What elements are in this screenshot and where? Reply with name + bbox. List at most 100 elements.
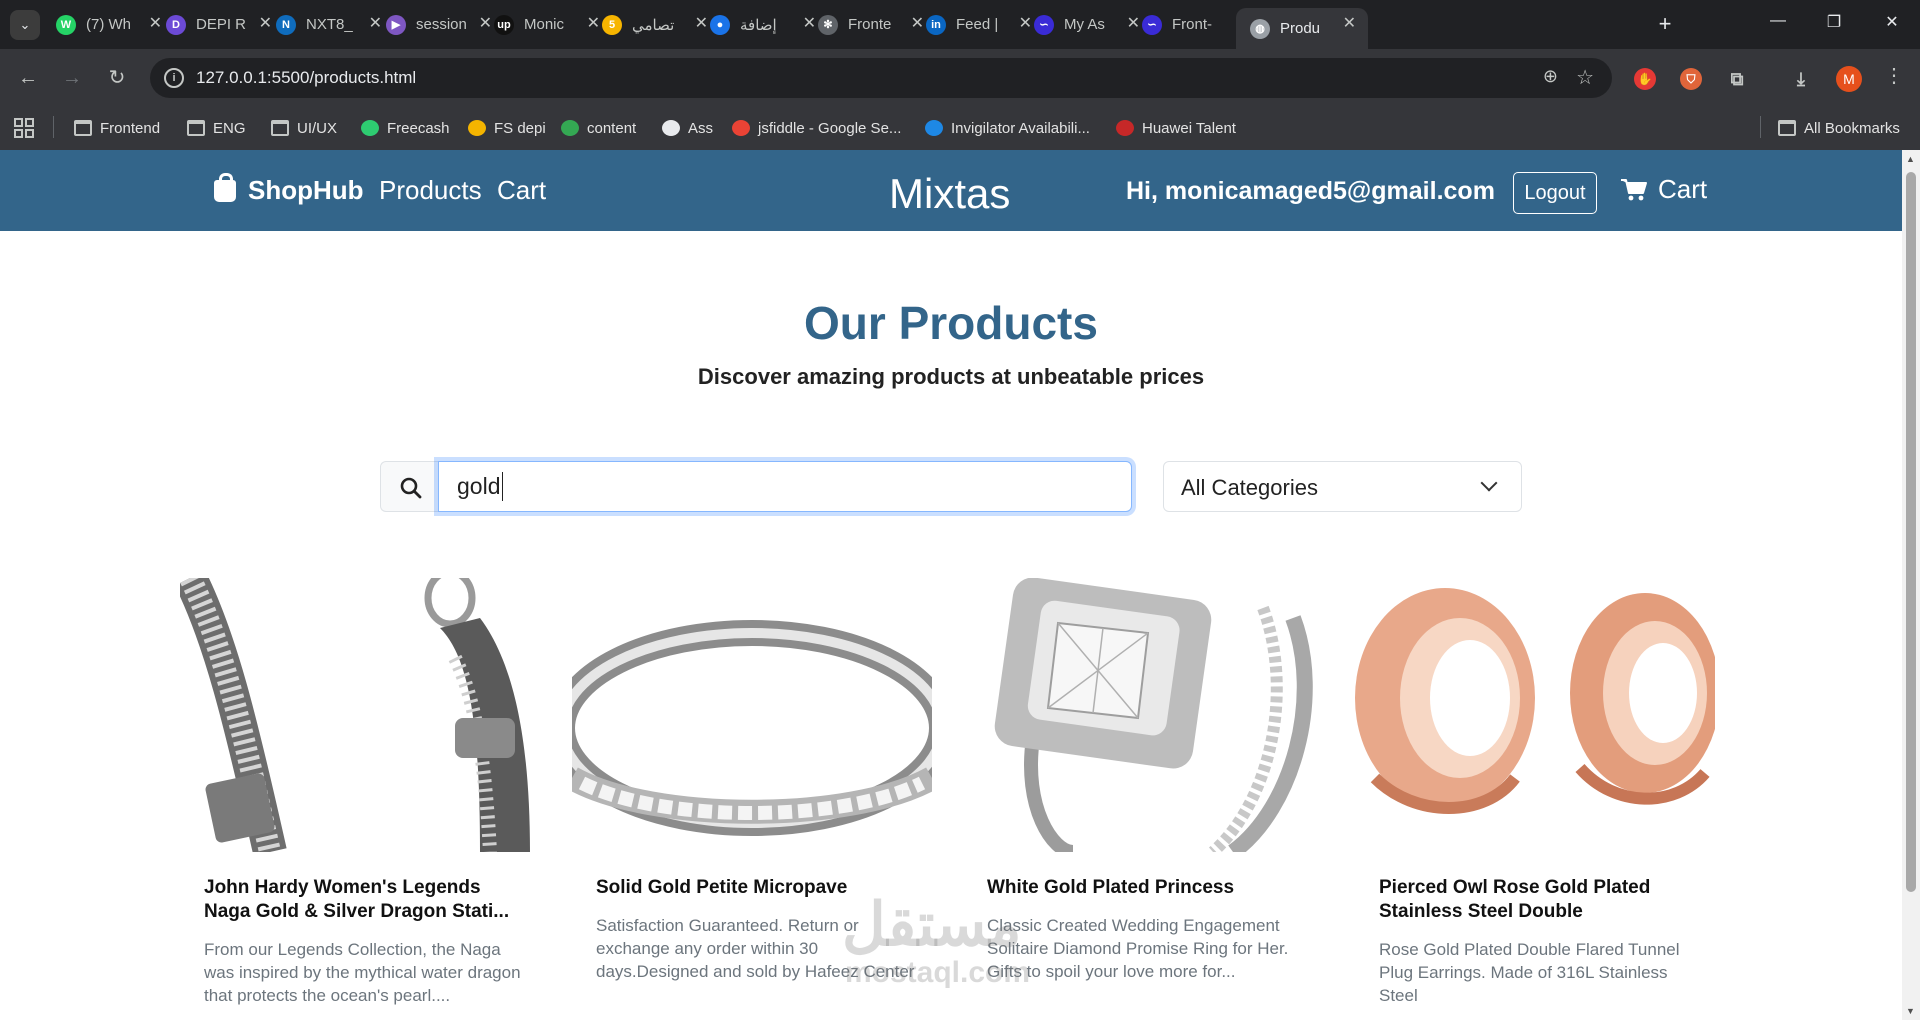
close-tab-icon[interactable]: ✕ [1343,15,1356,33]
video-icon: ▶ [386,14,406,35]
bookmark-label: jsfiddle - Google Se... [758,119,902,137]
scroll-down-icon[interactable]: ▼ [1906,1006,1915,1016]
product-card[interactable]: John Hardy Women's Legends Naga Gold & S… [180,578,540,1020]
browser-toolbar: ← → ↻ i 127.0.0.1:5500/products.html ⊕ ☆… [0,49,1920,107]
restore-icon[interactable]: ❐ [1822,12,1846,32]
browser-tab-strip: ⌄ W (7) Wh ✕ D DEPI R ✕ N NXT8_ ✕ ▶ session ✕ up Moni… [0,0,1920,49]
scrollbar-thumb[interactable] [1906,172,1916,892]
site-favicon-icon [1116,120,1134,136]
product-description: Rose Gold Plated Double Flared Tunnel Pl… [1379,940,1680,1005]
text-caret [502,472,503,501]
forward-icon[interactable]: → [58,65,86,91]
chevron-down-icon [1480,474,1498,492]
product-title[interactable]: John Hardy Women's Legends Naga Gold & S… [204,876,524,924]
bookmark-label: Frontend [100,119,161,137]
zoom-icon[interactable]: ⊕ [1543,66,1558,87]
reload-icon[interactable]: ↻ [103,65,131,91]
close-window-icon[interactable]: ✕ [1880,12,1904,32]
linkedin-icon: in [926,14,946,35]
page-scrollbar[interactable]: ▲ ▼ [1902,150,1920,1020]
site-name: Mixtas [889,170,1011,217]
nav-link-products[interactable]: Products [379,175,482,206]
page-subtitle: Discover amazing products at unbeatable … [697,364,1205,389]
onedrive-icon: N [276,14,296,35]
depi-icon: ∽ [1034,14,1054,35]
tab-title: Fronte [848,16,892,33]
site-favicon-icon [561,120,579,136]
new-tab-button[interactable]: + [1652,11,1678,37]
brand-link[interactable]: ShopHub [214,172,364,206]
site-navbar: ShopHub Products Cart Mixtas Hi, monicam… [0,150,1902,231]
bookmark-label: content [587,119,637,137]
extension-shield-icon[interactable]: ⛉ [1680,68,1702,90]
bookmark-item[interactable]: jsfiddle - Google Se... [732,116,901,140]
folder-icon [74,120,92,136]
depi-icon: ∽ [1142,14,1162,35]
product-image-princess-ring[interactable] [963,578,1323,852]
bookmark-label: UI/UX [297,119,338,137]
user-greeting: Hi, monicamaged5@gmail.com [1126,177,1495,205]
profile-avatar[interactable]: M [1836,66,1862,92]
bookmark-item[interactable]: content [561,116,636,140]
product-image-tunnel-plugs[interactable] [1355,578,1715,852]
tab-title: Produ [1280,20,1321,37]
bookmark-item[interactable]: Ass [662,116,713,140]
extension-hand-icon[interactable]: ✋ [1634,68,1656,90]
bookmark-divider [53,116,54,138]
site-favicon-icon [925,120,943,136]
site-info-icon[interactable]: i [164,68,184,88]
nav-link-cart[interactable]: Cart [497,175,546,206]
tab-title: Feed | [956,16,999,33]
circle-icon: ● [710,14,730,35]
site-favicon-icon [468,120,486,136]
browser-tab[interactable]: ◍ Produ ✕ [1236,8,1368,49]
bookmark-label: Invigilator Availabili... [951,119,1090,137]
url-text: 127.0.0.1:5500/products.html [196,68,417,87]
bookmark-item[interactable]: Huawei Talent [1116,116,1236,140]
bookmark-item[interactable]: FS depi [468,116,546,140]
bookmark-label: Huawei Talent [1142,119,1236,137]
bookmark-label: Ass [688,119,714,137]
product-description: Classic Created Wedding Engagement Solit… [987,916,1289,981]
category-select[interactable]: All Categories [1163,461,1522,512]
apps-grid-icon[interactable] [14,116,34,140]
minimize-icon[interactable]: — [1766,12,1790,30]
site-favicon-icon [662,120,680,136]
product-image-micropave-ring[interactable] [572,578,932,852]
all-bookmarks-folder[interactable]: All Bookmarks [1778,116,1900,140]
bookmark-folder[interactable]: UI/UX [271,116,337,140]
cart-button[interactable]: Cart [1620,174,1707,205]
scroll-up-icon[interactable]: ▲ [1906,154,1915,164]
bookmark-star-icon[interactable]: ☆ [1576,65,1594,90]
cart-label: Cart [1658,174,1708,204]
bookmark-label: FS depi [494,119,546,137]
product-title[interactable]: White Gold Plated Princess [987,876,1307,900]
page-viewport: ShopHub Products Cart Mixtas Hi, monicam… [0,150,1902,1020]
page-title: Our Products [804,297,1098,349]
watermark-latin: mostaql.com [845,956,1031,989]
download-icon[interactable]: ⤓ [1790,68,1812,90]
product-image-dragon-bracelet[interactable] [180,578,540,852]
logout-button[interactable]: Logout [1513,172,1597,214]
address-bar[interactable]: i 127.0.0.1:5500/products.html ⊕ ☆ [150,58,1612,98]
bookmark-folder[interactable]: ENG [187,116,246,140]
tab-title: DEPI R [196,16,247,33]
all-bookmarks-label: All Bookmarks [1804,119,1900,137]
tab-search-button[interactable]: ⌄ [10,10,40,40]
bookmark-item[interactable]: Freecash [361,116,450,140]
product-card[interactable]: Pierced Owl Rose Gold Plated Stainless S… [1355,578,1715,1020]
globe-icon: ◍ [1250,18,1270,39]
bookmark-item[interactable]: Invigilator Availabili... [925,116,1090,140]
watermark-arabic: مستقل [842,891,1022,958]
back-icon[interactable]: ← [14,65,42,91]
extensions-puzzle-icon[interactable]: ⧉ [1726,68,1748,90]
tab-title: My As [1064,16,1105,33]
bookmarks-bar: Frontend ENG UI/UX Freecash FS depi content As… [0,107,1920,150]
folder-icon [271,120,289,136]
bookmark-folder[interactable]: Frontend [74,116,160,140]
tab-title: إضافة [740,16,777,34]
browser-menu-icon[interactable]: ⋮ [1884,63,1904,88]
search-input[interactable] [438,461,1132,512]
product-title[interactable]: Pierced Owl Rose Gold Plated Stainless S… [1379,876,1699,924]
notes-icon: D [166,14,186,35]
